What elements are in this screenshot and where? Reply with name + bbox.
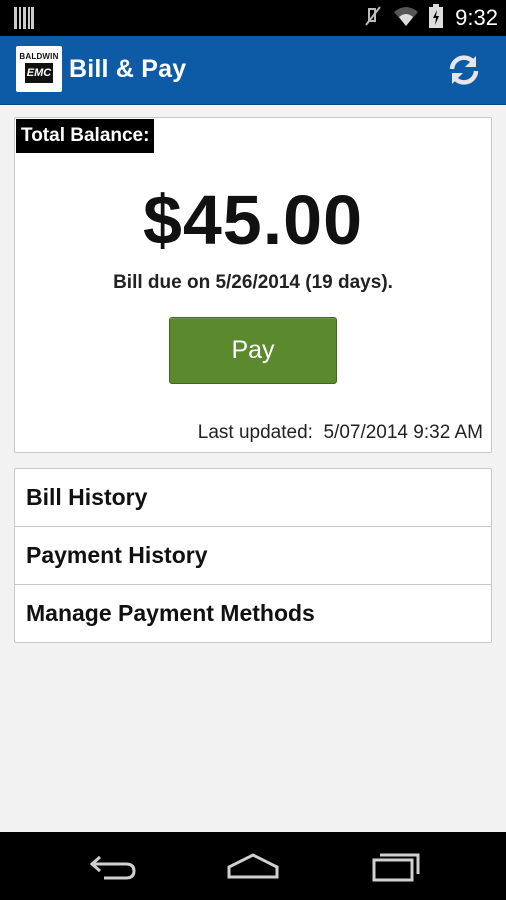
- menu-list: Bill History Payment History Manage Paym…: [14, 468, 492, 643]
- action-bar: BALDWIN EMC Bill & Pay: [0, 36, 506, 105]
- menu-item-bill-history[interactable]: Bill History: [15, 469, 491, 527]
- menu-item-payment-history[interactable]: Payment History: [15, 527, 491, 585]
- logo-top-text: BALDWIN: [19, 52, 59, 61]
- balance-card: Total Balance: $45.00 Bill due on 5/26/2…: [14, 117, 492, 453]
- status-time: 9:32: [455, 5, 498, 30]
- last-updated-text: Last updated: 5/07/2014 9:32 AM: [197, 422, 483, 443]
- back-button[interactable]: [83, 846, 143, 886]
- home-button[interactable]: [223, 846, 283, 886]
- home-icon: [227, 853, 279, 879]
- status-bar: 9:32: [0, 0, 506, 36]
- mute-icon: [363, 5, 383, 32]
- pay-button[interactable]: Pay: [169, 317, 337, 384]
- barcode-icon: [14, 7, 34, 34]
- page-title: Bill & Pay: [69, 55, 187, 83]
- battery-icon: [429, 3, 444, 33]
- recent-apps-button[interactable]: [366, 846, 426, 886]
- menu-item-manage-payment-methods[interactable]: Manage Payment Methods: [15, 585, 491, 642]
- refresh-icon: [449, 55, 479, 85]
- total-balance-label: Total Balance:: [16, 119, 155, 153]
- balance-amount: $45.00: [142, 181, 364, 259]
- recent-apps-icon: [372, 853, 420, 882]
- logo-box-text: EMC: [25, 63, 53, 83]
- app-logo: BALDWIN EMC: [16, 46, 62, 92]
- wifi-icon: [393, 5, 419, 32]
- refresh-button[interactable]: [444, 50, 484, 90]
- bill-due-text: Bill due on 5/26/2014 (19 days).: [113, 272, 393, 293]
- back-icon: [89, 855, 136, 880]
- nav-bar: [0, 832, 506, 900]
